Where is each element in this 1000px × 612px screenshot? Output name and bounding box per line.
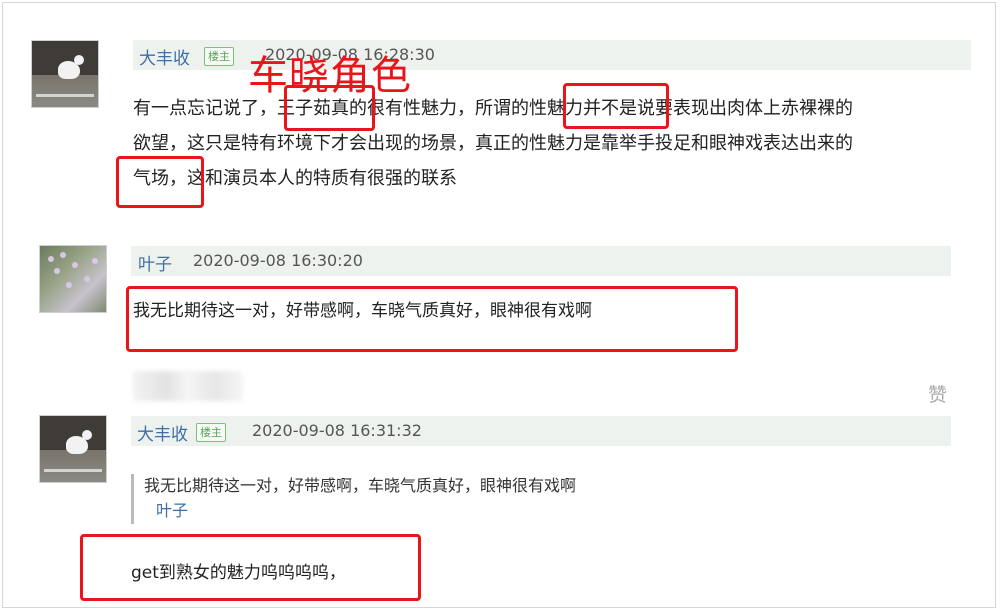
timestamp: 2020-09-08 16:31:32 — [252, 421, 422, 440]
timestamp: 2020-09-08 16:30:20 — [193, 251, 363, 270]
username[interactable]: 大丰收 — [139, 44, 190, 69]
comment-thread: 大丰收 楼主 2020-09-08 16:28:30 车晓角色 有一点忘记说了，… — [2, 2, 996, 608]
username[interactable]: 大丰收 — [137, 420, 188, 445]
quoted-reply: 我无比期待这一对，好带感啊，车晓气质真好，眼神很有戏啊 叶子 — [131, 474, 576, 524]
highlight-box — [116, 156, 204, 208]
op-badge: 楼主 — [196, 423, 226, 442]
blurred-reply — [133, 371, 243, 401]
quote-author[interactable]: 叶子 — [156, 498, 576, 524]
comment-text-line: 欲望，这只是特有环境下才会出现的场景，真正的性魅力是靠举手投足和眼神戏表达出来的 — [133, 133, 853, 154]
avatar[interactable] — [31, 40, 99, 108]
quote-text: 我无比期待这一对，好带感啊，车晓气质真好，眼神很有戏啊 — [144, 476, 577, 495]
comment-text: 有一点忘记说了，王子茹真的很有性魅力，所谓的性魅力并不是说要表现出肉体上赤裸裸的… — [133, 91, 973, 196]
comment-text-line: 气场，这和演员本人的特质有很强的联系 — [133, 168, 457, 189]
highlight-box — [80, 534, 421, 601]
op-badge: 楼主 — [204, 47, 234, 66]
username[interactable]: 叶子 — [138, 250, 172, 275]
comment-text-line: 有一点忘记说了，王子茹真的很有性魅力，所谓的性魅力并不是说要表现出肉体上赤裸裸的 — [133, 98, 853, 119]
avatar[interactable] — [39, 415, 107, 483]
highlight-box — [126, 286, 738, 352]
highlight-box — [563, 83, 669, 129]
like-button[interactable]: 赞 — [928, 380, 947, 407]
highlight-box — [284, 85, 375, 131]
avatar[interactable] — [39, 245, 107, 313]
